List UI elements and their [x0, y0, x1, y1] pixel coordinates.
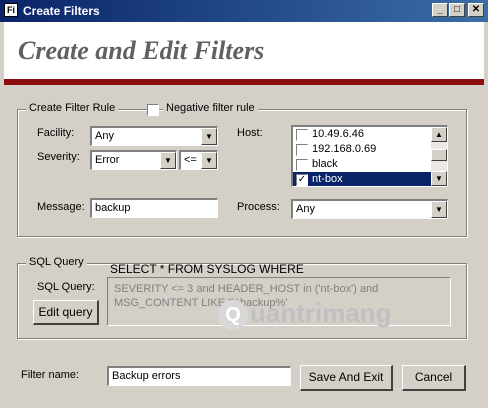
sql-query-label: SQL Query: — [37, 281, 95, 293]
watermark-text: uantrimang — [250, 298, 392, 328]
message-label: Message: — [37, 201, 85, 213]
sql-query-legend: SQL Query — [26, 256, 87, 268]
chevron-down-icon[interactable]: ▼ — [201, 128, 217, 145]
host-item-label: black — [312, 158, 338, 170]
negative-filter-checkbox[interactable] — [147, 104, 159, 116]
save-and-exit-button[interactable]: Save And Exit — [300, 365, 393, 391]
negative-filter-label: Negative filter rule — [163, 102, 258, 114]
host-item[interactable]: black — [293, 157, 431, 172]
host-item-selected[interactable]: ✓ nt-box — [293, 172, 431, 186]
severity-value: Error — [95, 154, 120, 166]
host-list-scrollbar[interactable]: ▲ ▼ — [431, 127, 447, 186]
host-checkbox[interactable] — [296, 129, 308, 141]
process-value: Any — [296, 203, 315, 215]
close-button[interactable]: ✕ — [468, 3, 484, 17]
host-label: Host: — [237, 127, 263, 139]
host-checkbox[interactable] — [296, 144, 308, 156]
watermark-logo: Q — [218, 300, 248, 330]
app-icon: Fi — [4, 3, 18, 17]
cancel-button[interactable]: Cancel — [402, 365, 466, 391]
page-title: Create and Edit Filters — [18, 36, 265, 65]
process-select[interactable]: Any ▼ — [291, 199, 448, 219]
filter-name-label: Filter name: — [21, 369, 80, 381]
facility-select[interactable]: Any ▼ — [90, 126, 218, 146]
scroll-thumb[interactable] — [431, 149, 447, 161]
severity-label: Severity: — [37, 151, 80, 163]
facility-value: Any — [95, 130, 114, 142]
chevron-down-icon[interactable]: ▼ — [201, 152, 217, 169]
chevron-down-icon[interactable]: ▼ — [160, 152, 176, 169]
filter-name-input[interactable]: Backup errors — [107, 366, 291, 386]
message-input[interactable]: backup — [90, 198, 218, 218]
facility-label: Facility: — [37, 127, 75, 139]
host-item-label: nt-box — [312, 173, 343, 185]
host-item[interactable]: 192.168.0.69 — [293, 142, 431, 157]
severity-select[interactable]: Error ▼ — [90, 150, 177, 170]
minimize-button[interactable]: _ — [432, 3, 448, 17]
host-item-label: 192.168.0.69 — [312, 143, 377, 155]
host-checkbox-checked[interactable]: ✓ — [296, 174, 308, 186]
host-item[interactable]: 10.49.6.46 — [293, 127, 431, 142]
process-label: Process: — [237, 201, 280, 213]
operator-select[interactable]: <= ▼ — [179, 150, 218, 170]
maximize-button[interactable]: □ — [449, 3, 465, 17]
scroll-up-icon[interactable]: ▲ — [431, 127, 447, 142]
filter-rule-legend: Create Filter Rule — [26, 102, 119, 114]
host-checkbox[interactable] — [296, 159, 308, 171]
header-banner: Create and Edit Filters — [4, 22, 484, 82]
sql-query-header: SELECT * FROM SYSLOG WHERE — [110, 262, 304, 276]
operator-value: <= — [184, 154, 197, 166]
host-item-label: 10.49.6.46 — [312, 128, 364, 140]
header-accent-bar — [4, 79, 484, 85]
chevron-down-icon[interactable]: ▼ — [431, 201, 447, 218]
title-bar[interactable]: Fi Create Filters _ □ ✕ — [0, 0, 488, 22]
edit-query-button[interactable]: Edit query — [33, 300, 99, 325]
scroll-down-icon[interactable]: ▼ — [431, 171, 447, 186]
host-list[interactable]: 10.49.6.46 192.168.0.69 black ✓ nt-box ▲… — [291, 125, 448, 187]
window-title: Create Filters — [23, 4, 100, 18]
